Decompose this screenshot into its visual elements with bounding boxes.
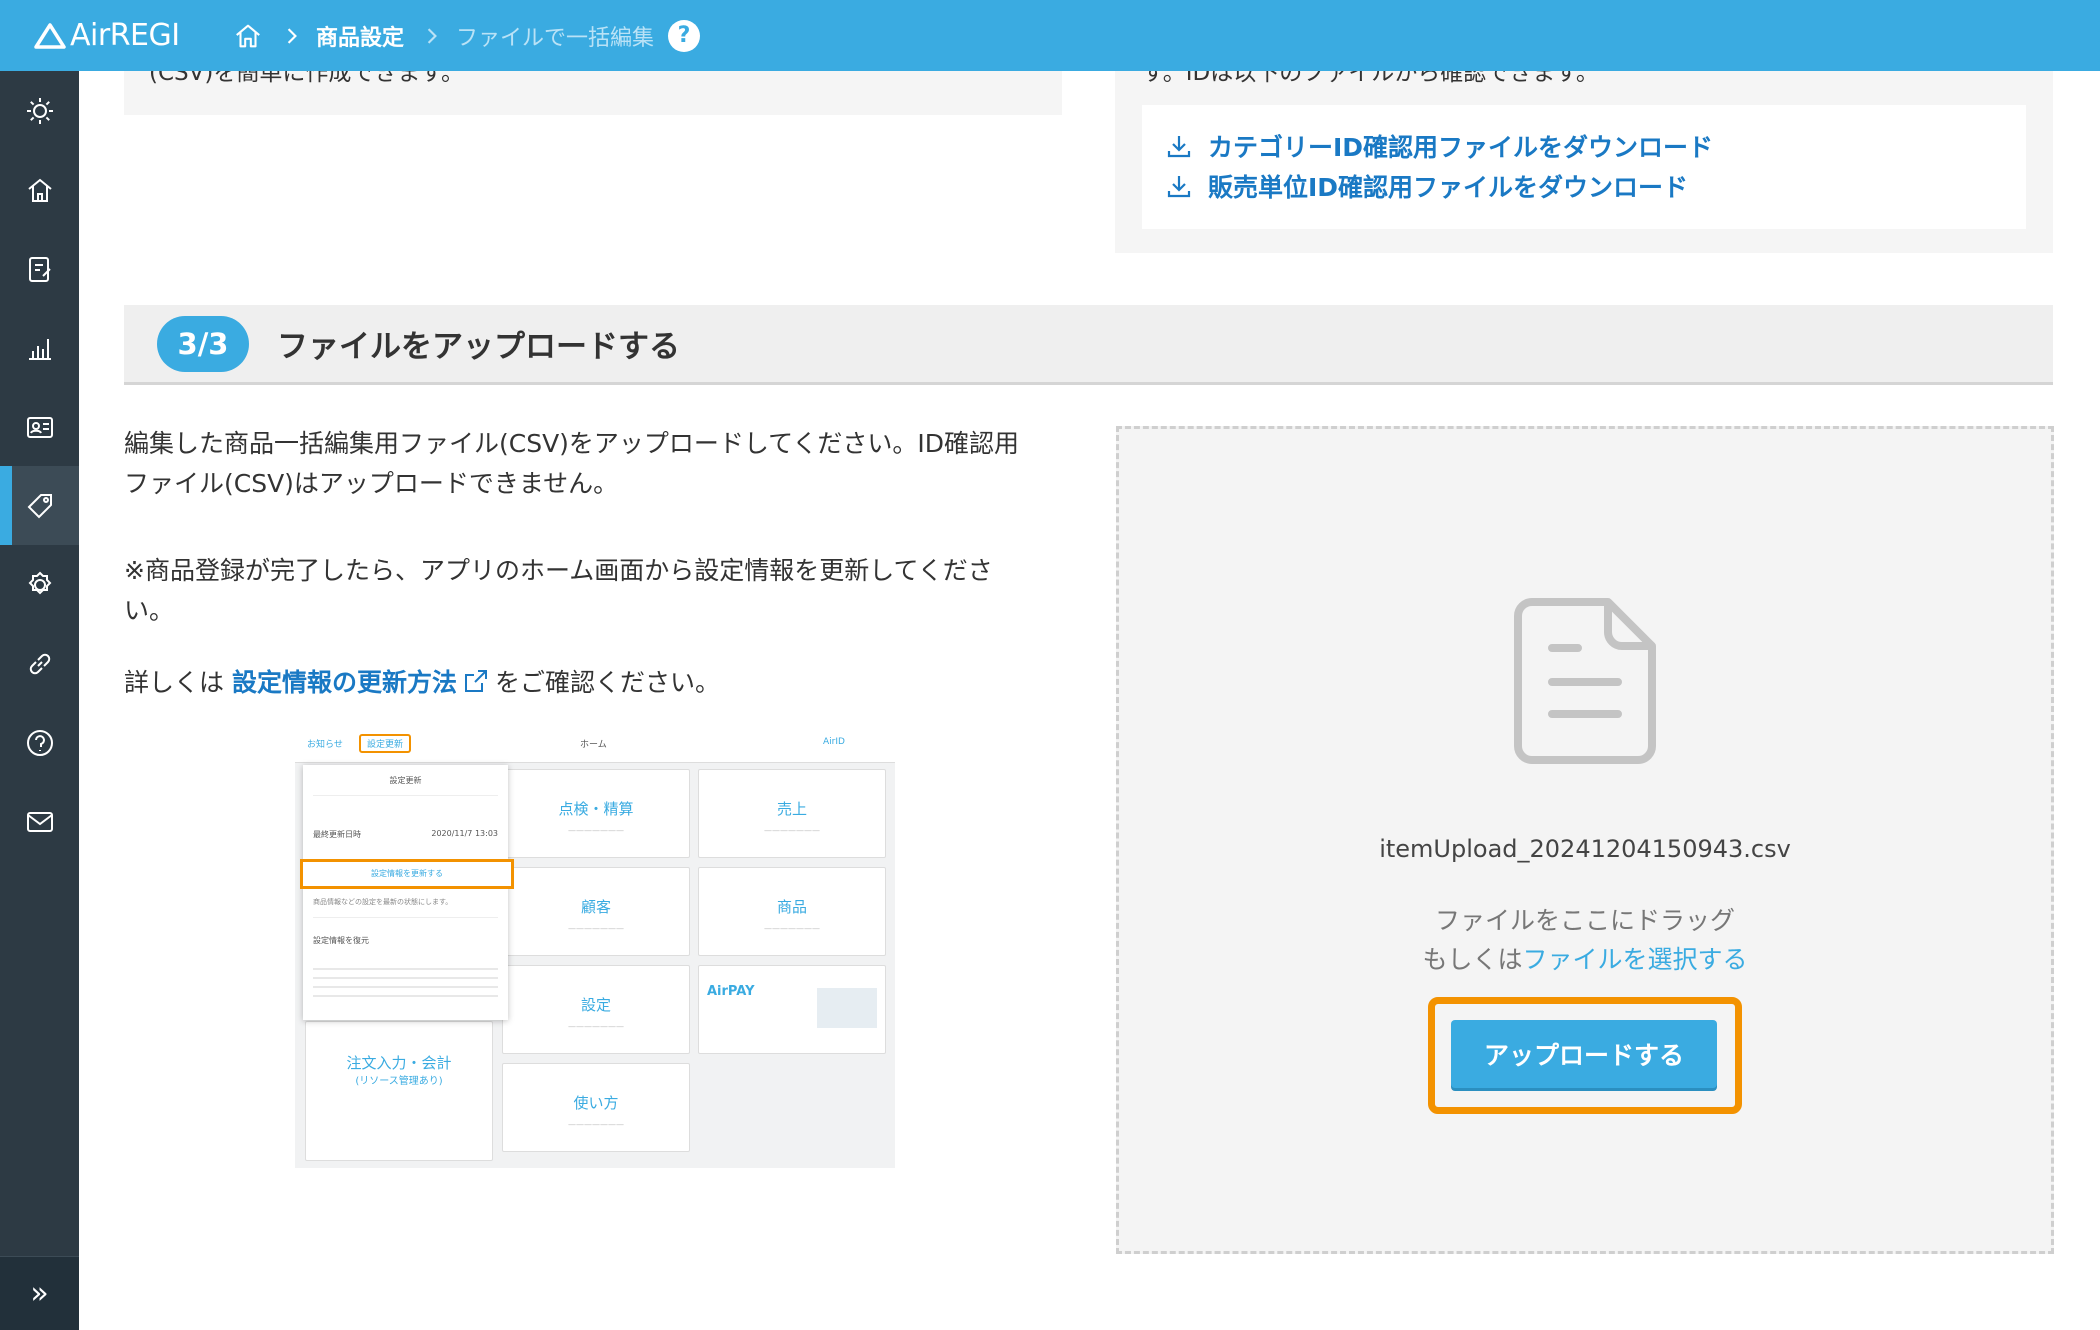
download-icon <box>1167 176 1191 198</box>
chevron-right-icon <box>286 26 300 46</box>
airregi-logo[interactable]: AirREGI <box>34 18 194 53</box>
step-badge: 3/3 <box>157 315 249 372</box>
sidebar-item-help[interactable] <box>0 703 79 782</box>
download-icon <box>1167 136 1191 158</box>
sidebar-item-products[interactable] <box>0 466 79 545</box>
sidebar-item-settings[interactable] <box>0 545 79 624</box>
selected-file-name: itemUpload_20241204150943.csv <box>1379 835 1791 863</box>
sidebar-item-sun[interactable] <box>0 71 79 150</box>
chevron-right-icon <box>426 26 440 46</box>
breadcrumb-home-icon[interactable] <box>232 20 264 52</box>
breadcrumb-product-settings[interactable]: 商品設定 <box>316 20 404 52</box>
thumb-top-bar: お知らせ 設定更新 ホーム AirID <box>295 731 895 763</box>
thumb-account: AirID <box>823 737 845 747</box>
thumb-card-airpay-promo: AirPAY <box>698 965 886 1054</box>
sidebar-item-link[interactable] <box>0 624 79 703</box>
thumb-card-check: 点検・精算 ——————— <box>502 769 690 858</box>
file-icon <box>1514 598 1656 764</box>
sidebar-item-customer[interactable] <box>0 387 79 466</box>
download-links-box <box>1142 105 2026 229</box>
settings-icon <box>28 571 51 594</box>
thumb-settings-update-popup: 設定更新 最終更新日時 2020/11/7 13:03 設定情報を更新する 商品… <box>300 765 514 1020</box>
thumb-card-help: 使い方 ——————— <box>502 1063 690 1152</box>
top-header: AirREGI 商品設定 ファイルで一括編集 ? <box>0 0 2100 71</box>
order-icon <box>28 256 51 282</box>
thumb-tab-news: お知らせ <box>307 740 343 750</box>
drop-instruction: ファイルをここにドラッグ <box>1434 906 1735 935</box>
logo-text: AirREGI <box>70 18 180 53</box>
tag-icon <box>27 493 52 518</box>
sidebar-item-home[interactable] <box>0 150 79 229</box>
home-icon <box>27 178 52 202</box>
thumb-update-button: 設定情報を更新する <box>300 859 514 889</box>
customer-icon <box>26 416 53 438</box>
select-file-link[interactable]: ファイルを選択する <box>1523 945 1748 974</box>
details-paragraph: 詳しくは 設定情報の更新方法 をご確認ください。 <box>124 666 720 697</box>
external-link-icon[interactable] <box>463 666 489 692</box>
sun-icon <box>26 97 53 124</box>
thumb-tab-update: 設定更新 <box>359 734 412 753</box>
upload-button[interactable]: アップロードする <box>1451 1020 1717 1088</box>
chart-icon <box>28 338 51 360</box>
settings-update-method-link[interactable]: 設定情報の更新方法 <box>232 668 457 697</box>
section-header: 3/3 ファイルをアップロードする <box>124 305 2053 385</box>
help-icon <box>26 729 53 756</box>
breadcrumb-current: ファイルで一括編集 <box>456 25 655 51</box>
thumb-title: ホーム <box>580 740 607 750</box>
mail-icon <box>26 811 53 832</box>
instruction-paragraph: 編集した商品一括編集用ファイル(CSV)をアップロードしてください。ID確認用 … <box>124 429 1020 498</box>
download-category-id-link[interactable]: カテゴリーID確認用ファイルをダウンロード <box>1166 128 1713 164</box>
sidebar: » <box>0 71 79 1330</box>
select-file-line: もしくはファイルを選択する <box>1422 945 1748 974</box>
thumb-card-settings: 設定 ——————— <box>502 965 690 1054</box>
thumb-card-products: 商品 ——————— <box>698 867 886 956</box>
logo-mark-icon <box>34 22 66 49</box>
thumb-card-customer: 顧客 ——————— <box>502 867 690 956</box>
download-sales-unit-id-link[interactable]: 販売単位ID確認用ファイルをダウンロード <box>1166 168 1688 204</box>
thumb-card-order: 注文入力・会計 (リソース管理あり) <box>305 1021 493 1161</box>
sidebar-item-mail[interactable] <box>0 782 79 861</box>
help-icon[interactable]: ? <box>668 19 701 52</box>
sidebar-item-order[interactable] <box>0 229 79 308</box>
sidebar-item-sales[interactable] <box>0 308 79 387</box>
link-icon <box>29 653 50 674</box>
app-home-screenshot: お知らせ 設定更新 ホーム AirID 点検・精算 ——————— 売上 —————… <box>295 731 895 1168</box>
section-title: ファイルをアップロードする <box>277 329 680 365</box>
sidebar-expand-icon[interactable]: » <box>0 1256 79 1330</box>
note-paragraph: ※商品登録が完了したら、アプリのホーム画面から設定情報を更新してくださ い。 <box>124 556 993 625</box>
thumb-card-sales: 売上 ——————— <box>698 769 886 858</box>
